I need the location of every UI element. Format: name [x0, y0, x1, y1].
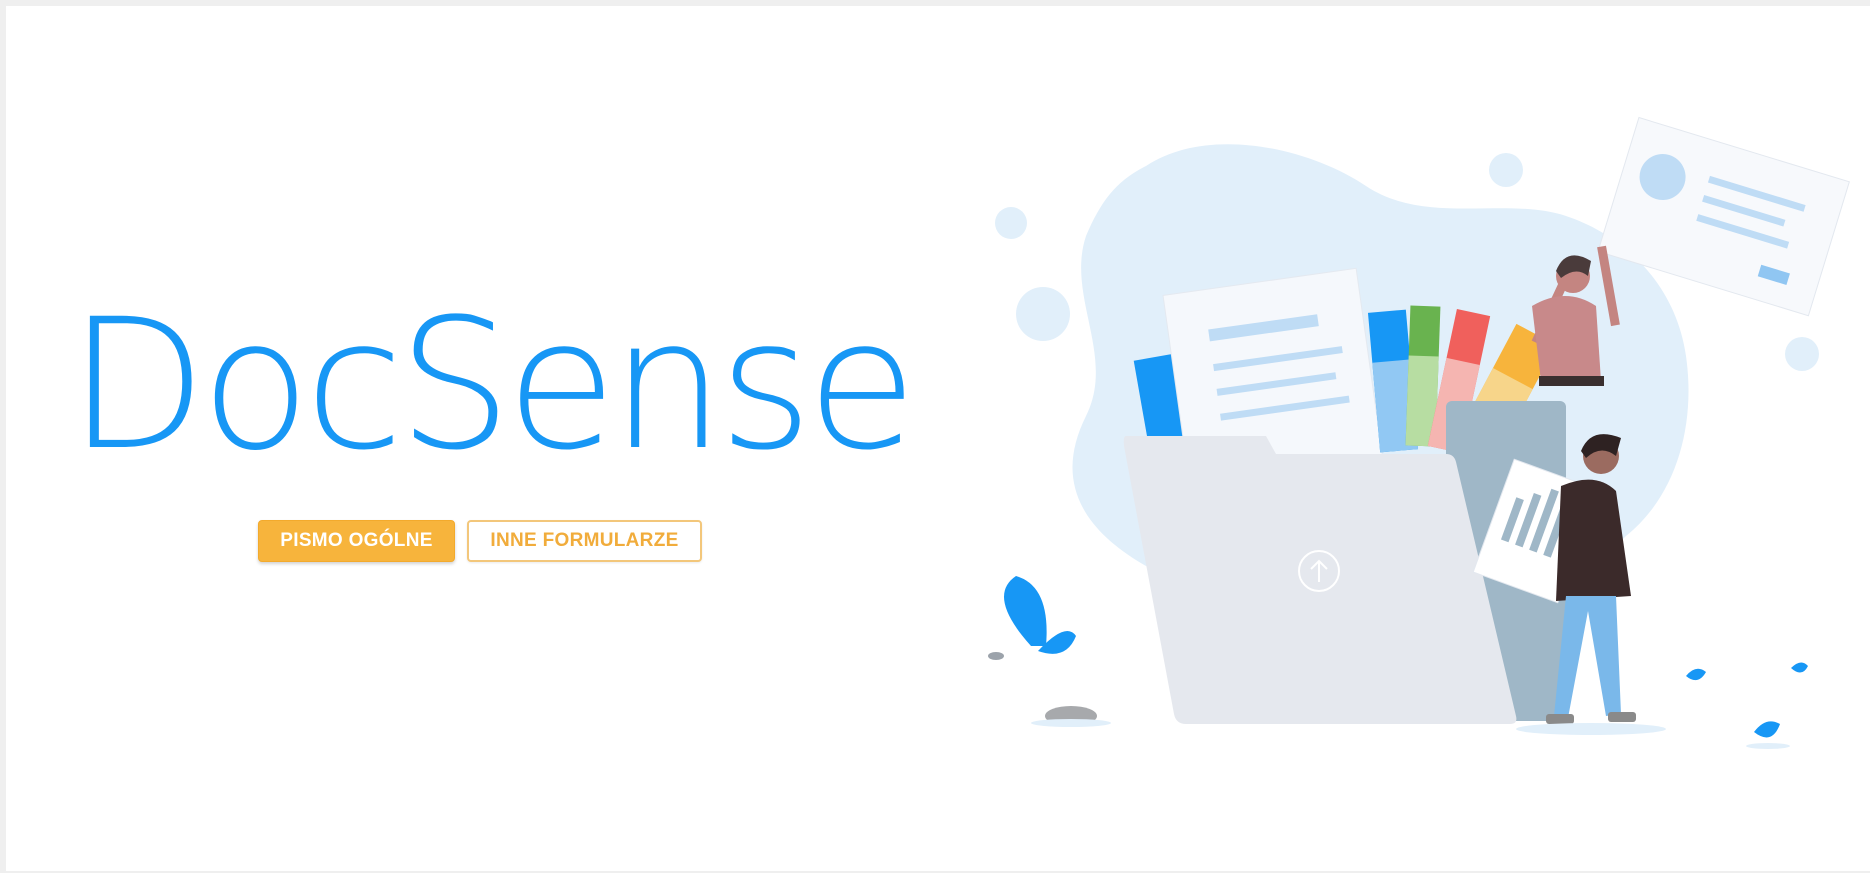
decor-circle [1489, 153, 1523, 187]
plant-decoration [988, 576, 1111, 727]
folder-front [1123, 436, 1517, 724]
leaf-decoration [1791, 662, 1808, 673]
general-letter-button[interactable]: PISMO OGÓLNE [258, 520, 455, 562]
decor-circle [1785, 337, 1819, 371]
decor-circle [995, 207, 1027, 239]
action-buttons: PISMO OGÓLNE INNE FORMULARZE [258, 520, 702, 562]
leaf-decoration [1754, 721, 1780, 738]
leaf-shadow [1746, 743, 1790, 749]
folder-upload-illustration [988, 116, 1850, 749]
leaf-decoration [1686, 668, 1706, 681]
brand-title: DocSense [68, 281, 917, 490]
other-forms-button[interactable]: INNE FORMULARZE [467, 520, 702, 562]
decor-circle [1016, 287, 1070, 341]
landing-page: DocSense PISMO OGÓLNE INNE FORMULARZE [6, 6, 1870, 871]
